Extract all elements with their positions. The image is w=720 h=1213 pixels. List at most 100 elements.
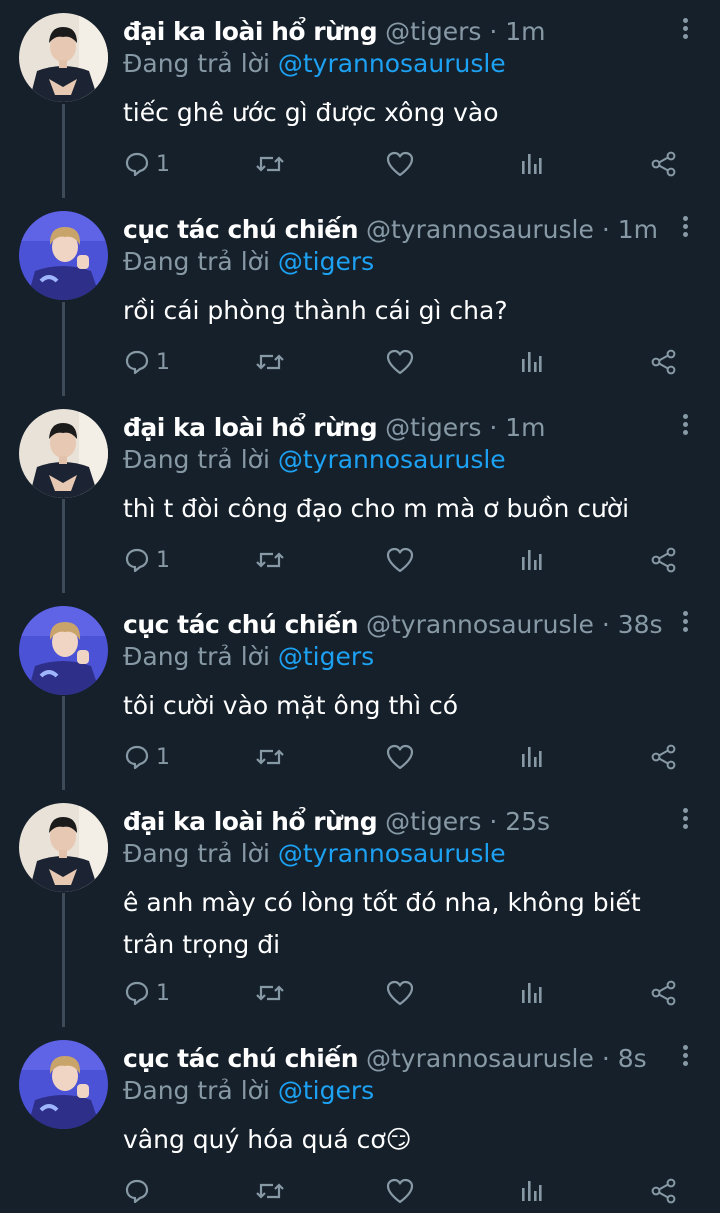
analytics-button[interactable] — [520, 540, 542, 580]
tweet-text: ê anh mày có lòng tốt đó nha, không biết… — [123, 888, 641, 959]
retweet-button[interactable] — [256, 737, 284, 777]
reply-mention-link[interactable]: @tyrannosaurusle — [278, 49, 506, 78]
tweet-text: vâng quý hóa quá cơ😏 — [123, 1125, 412, 1154]
reply-button[interactable]: 1 — [124, 342, 170, 382]
like-button[interactable] — [386, 1171, 414, 1211]
avatar[interactable] — [19, 409, 108, 498]
display-name[interactable]: cục tác chú chiến — [123, 215, 359, 244]
reply-mention-link[interactable]: @tyrannosaurusle — [278, 445, 506, 474]
retweet-icon — [256, 549, 284, 571]
reply-button[interactable]: 1 — [124, 973, 170, 1013]
more-options-icon[interactable] — [678, 216, 692, 240]
replying-to-label: Đang trả lời — [123, 49, 270, 78]
display-name[interactable]: cục tác chú chiến — [123, 1044, 359, 1073]
separator-dot: · — [489, 413, 498, 442]
reply-button[interactable] — [124, 1171, 156, 1211]
avatar[interactable] — [19, 13, 108, 102]
retweet-button[interactable] — [256, 1171, 284, 1211]
timestamp[interactable]: 8s — [618, 1044, 647, 1073]
tweet[interactable]: cục tác chú chiến @tyrannosaurusle · 38s… — [0, 593, 720, 790]
tweet[interactable]: đại ka loài hổ rừng @tigers · 1m Đang tr… — [0, 0, 720, 198]
timestamp[interactable]: 25s — [505, 807, 550, 836]
avatar[interactable] — [19, 803, 108, 892]
reply-button[interactable]: 1 — [124, 540, 170, 580]
separator-dot: · — [601, 610, 610, 639]
user-handle[interactable]: @tigers — [385, 413, 481, 442]
like-button[interactable] — [386, 144, 414, 184]
more-options-icon[interactable] — [678, 611, 692, 635]
share-icon — [651, 980, 677, 1006]
display-name[interactable]: đại ka loài hổ rừng — [123, 807, 378, 836]
more-options-icon[interactable] — [678, 414, 692, 438]
share-button[interactable] — [651, 973, 677, 1013]
reply-icon — [124, 1178, 150, 1204]
user-handle[interactable]: @tigers — [385, 807, 481, 836]
display-name[interactable]: đại ka loài hổ rừng — [123, 413, 378, 442]
reply-count: 1 — [156, 151, 170, 177]
analytics-button[interactable] — [520, 737, 542, 777]
reply-mention-link[interactable]: @tyrannosaurusle — [278, 839, 506, 868]
user-handle[interactable]: @tyrannosaurusle — [366, 215, 594, 244]
like-button[interactable] — [386, 540, 414, 580]
analytics-button[interactable] — [520, 1171, 542, 1211]
timestamp[interactable]: 1m — [505, 17, 545, 46]
reply-mention-link[interactable]: @tigers — [278, 1076, 374, 1105]
tweet[interactable]: cục tác chú chiến @tyrannosaurusle · 8s … — [0, 1027, 720, 1213]
retweet-icon — [256, 351, 284, 373]
replying-to: Đang trả lời @tyrannosaurusle — [123, 47, 506, 81]
avatar[interactable] — [19, 606, 108, 695]
like-icon — [386, 151, 414, 177]
more-options-icon[interactable] — [678, 1045, 692, 1069]
display-name[interactable]: đại ka loài hổ rừng — [123, 17, 378, 46]
more-options-icon[interactable] — [678, 18, 692, 42]
like-button[interactable] — [386, 737, 414, 777]
like-icon — [386, 744, 414, 770]
retweet-button[interactable] — [256, 540, 284, 580]
like-button[interactable] — [386, 342, 414, 382]
user-handle[interactable]: @tigers — [385, 17, 481, 46]
reply-count: 1 — [156, 744, 170, 770]
tweet-actions — [0, 1171, 720, 1211]
analytics-button[interactable] — [520, 342, 542, 382]
tweet[interactable]: cục tác chú chiến @tyrannosaurusle · 1m … — [0, 198, 720, 396]
retweet-button[interactable] — [256, 144, 284, 184]
avatar[interactable] — [19, 211, 108, 300]
replying-to-label: Đang trả lời — [123, 445, 270, 474]
like-icon — [386, 547, 414, 573]
timestamp[interactable]: 1m — [505, 413, 545, 442]
more-options-icon[interactable] — [678, 808, 692, 832]
user-handle[interactable]: @tyrannosaurusle — [366, 1044, 594, 1073]
timestamp[interactable]: 38s — [618, 610, 663, 639]
share-button[interactable] — [651, 540, 677, 580]
share-button[interactable] — [651, 342, 677, 382]
share-button[interactable] — [651, 737, 677, 777]
avatar[interactable] — [19, 1040, 108, 1129]
reply-button[interactable]: 1 — [124, 737, 170, 777]
analytics-icon — [520, 350, 542, 374]
share-button[interactable] — [651, 144, 677, 184]
retweet-button[interactable] — [256, 342, 284, 382]
analytics-button[interactable] — [520, 973, 542, 1013]
replying-to: Đang trả lời @tigers — [123, 245, 374, 279]
retweet-button[interactable] — [256, 973, 284, 1013]
replying-to-label: Đang trả lời — [123, 1076, 270, 1105]
display-name[interactable]: cục tác chú chiến — [123, 610, 359, 639]
reply-count: 1 — [156, 980, 170, 1006]
like-button[interactable] — [386, 973, 414, 1013]
reply-mention-link[interactable]: @tigers — [278, 247, 374, 276]
replying-to: Đang trả lời @tyrannosaurusle — [123, 443, 506, 477]
analytics-icon — [520, 548, 542, 572]
replying-to-label: Đang trả lời — [123, 247, 270, 276]
analytics-button[interactable] — [520, 144, 542, 184]
tweet-text: tiếc ghê ước gì được xông vào — [123, 98, 499, 127]
tweet[interactable]: đại ka loài hổ rừng @tigers · 25s Đang t… — [0, 790, 720, 1027]
tweet-actions: 1 — [0, 737, 720, 777]
share-button[interactable] — [651, 1171, 677, 1211]
timestamp[interactable]: 1m — [618, 215, 658, 244]
reply-button[interactable]: 1 — [124, 144, 170, 184]
tweet-header: cục tác chú chiến @tyrannosaurusle · 38s — [123, 607, 663, 643]
user-handle[interactable]: @tyrannosaurusle — [366, 610, 594, 639]
share-icon — [651, 151, 677, 177]
tweet[interactable]: đại ka loài hổ rừng @tigers · 1m Đang tr… — [0, 396, 720, 593]
reply-mention-link[interactable]: @tigers — [278, 642, 374, 671]
